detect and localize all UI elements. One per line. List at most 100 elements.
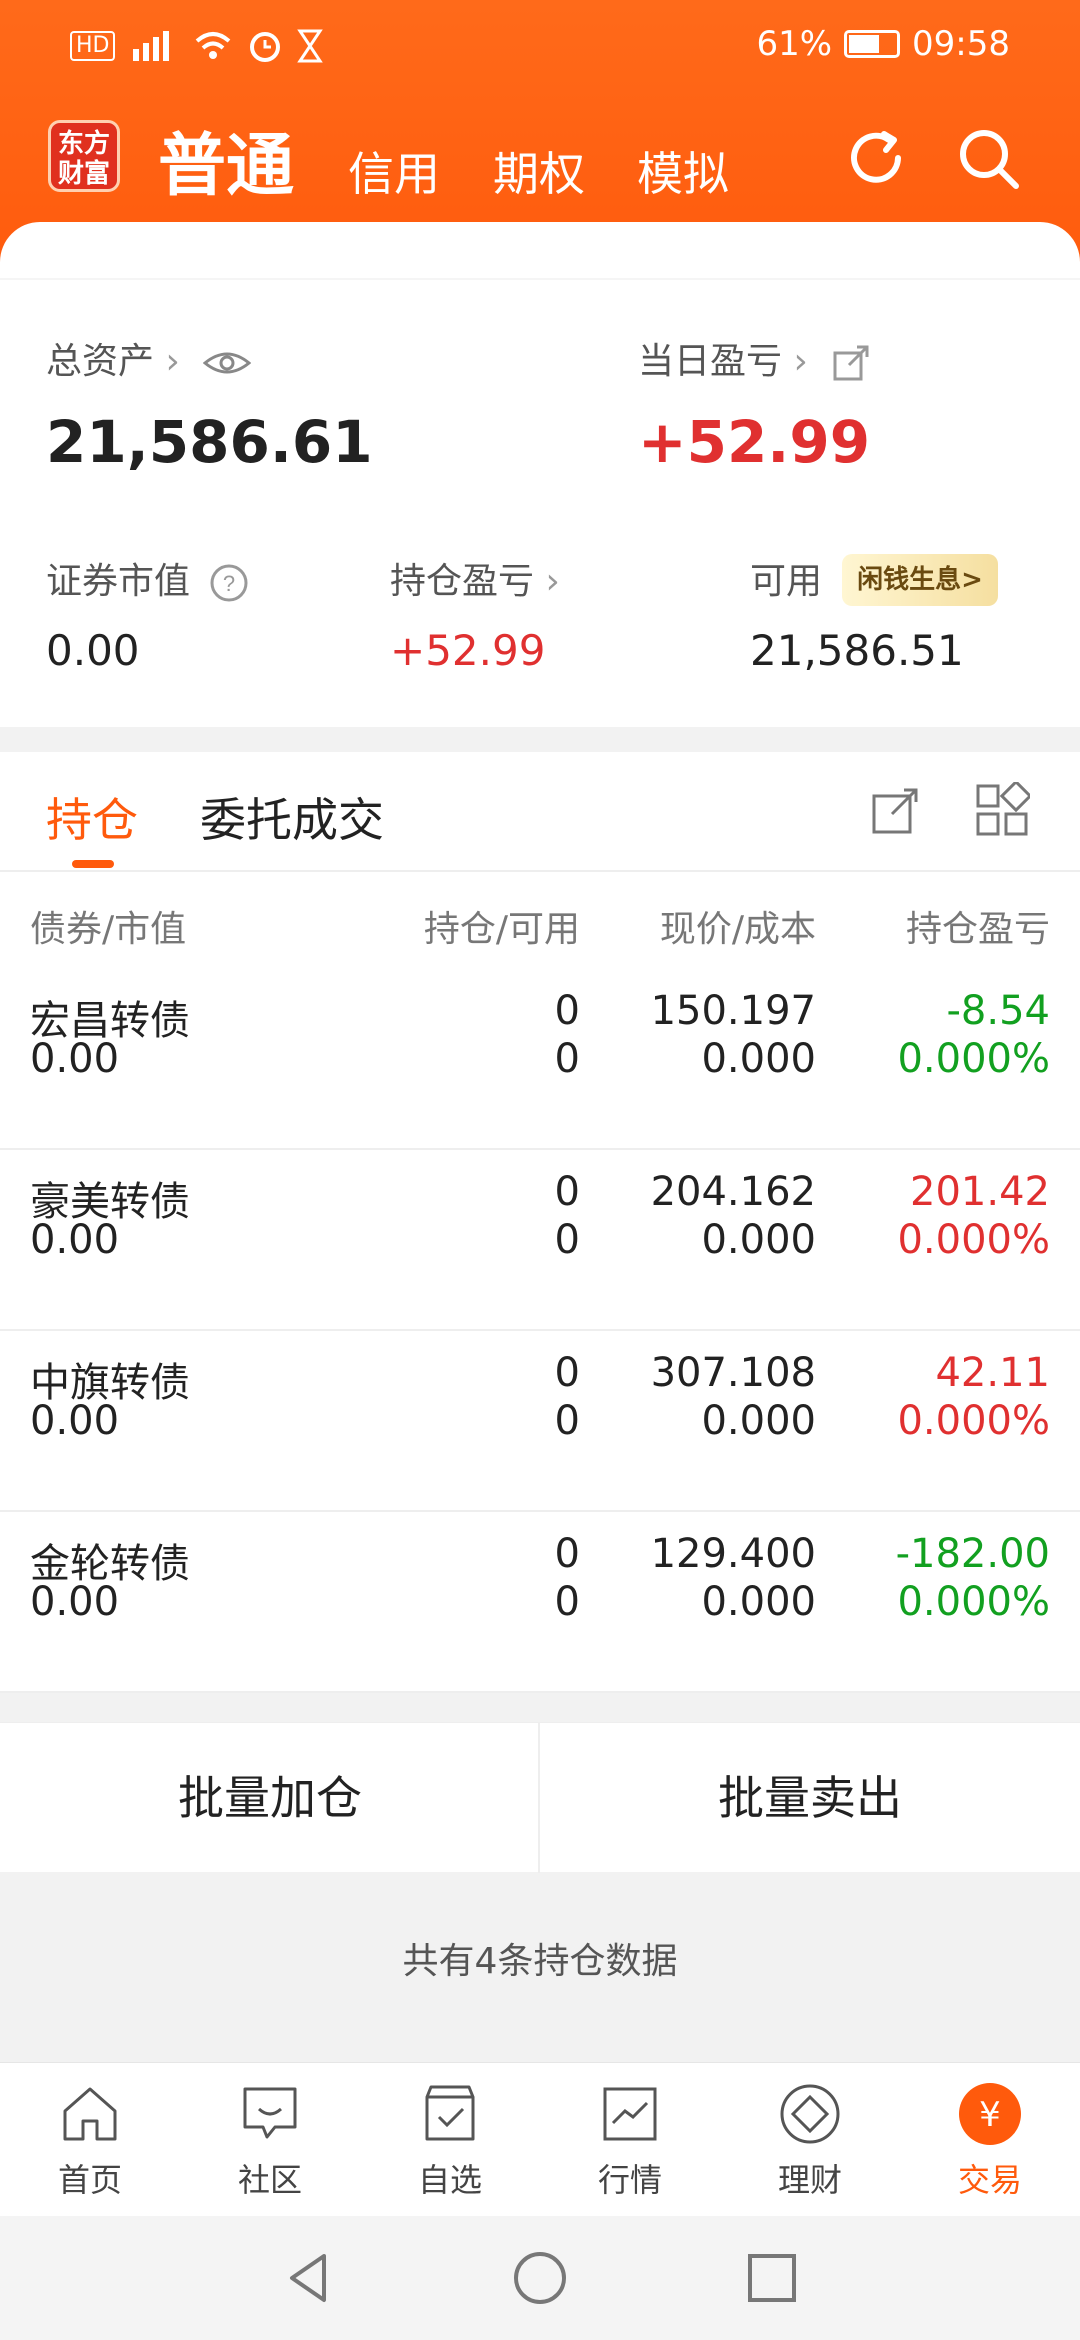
share-icon[interactable] bbox=[831, 343, 871, 383]
available-value: 21,586.51 bbox=[750, 626, 964, 675]
top-tabs: 东方 财富 普通 信用 期权 模拟 bbox=[0, 110, 1080, 210]
market-value: 0.00 bbox=[30, 1036, 120, 1082]
grid-view-icon[interactable] bbox=[974, 782, 1030, 838]
col-header-pnl: 持仓盈亏 bbox=[905, 909, 1050, 950]
watchlist-icon bbox=[425, 2085, 475, 2141]
available-qty: 0 bbox=[554, 1579, 580, 1625]
tab-orders[interactable]: 委托成交 bbox=[200, 784, 384, 850]
table-row[interactable]: 宏昌转债 0.00 0 0 150.197 0.000 -8.54 0.000% bbox=[0, 970, 1080, 1150]
tab-normal[interactable]: 普通 bbox=[158, 110, 294, 209]
market-value: 0.00 bbox=[30, 1398, 120, 1444]
app-logo: 东方 财富 bbox=[48, 120, 120, 192]
tab-options[interactable]: 期权 bbox=[493, 138, 585, 204]
hourglass-icon bbox=[297, 29, 324, 63]
total-assets-value: 21,586.61 bbox=[46, 408, 373, 476]
status-bar: HD 61% 09:58 bbox=[0, 0, 1080, 92]
svg-text:?: ? bbox=[223, 571, 235, 596]
market-value: 0.00 bbox=[30, 1217, 120, 1263]
position-pnl: 201.42 bbox=[910, 1169, 1050, 1215]
securities-value-value: 0.00 bbox=[46, 626, 140, 675]
chevron-right-icon: › bbox=[793, 341, 808, 382]
nav-watchlist[interactable]: 自选 bbox=[360, 2081, 540, 2211]
nav-market[interactable]: 行情 bbox=[540, 2081, 720, 2211]
market-value: 0.00 bbox=[30, 1579, 120, 1625]
card-top-line bbox=[0, 278, 1080, 280]
table-row[interactable]: 中旗转债 0.00 0 0 307.108 0.000 42.11 0.000% bbox=[0, 1332, 1080, 1512]
signal-icon bbox=[133, 31, 170, 61]
active-tab-indicator bbox=[72, 860, 114, 868]
finance-icon bbox=[780, 2084, 840, 2144]
position-pnl-pct: 0.000% bbox=[897, 1217, 1050, 1263]
daily-pnl-label[interactable]: 当日盈亏 › bbox=[638, 332, 871, 384]
available-qty: 0 bbox=[554, 1217, 580, 1263]
table-row[interactable]: 金轮转债 0.00 0 0 129.400 0.000 -182.00 0.000% bbox=[0, 1513, 1080, 1693]
help-icon[interactable]: ? bbox=[209, 563, 249, 603]
cost-price: 0.000 bbox=[701, 1398, 816, 1444]
chevron-right-icon: › bbox=[165, 341, 180, 382]
battery-icon bbox=[844, 30, 901, 58]
current-price: 150.197 bbox=[650, 988, 816, 1034]
trade-icon: ¥ bbox=[959, 2083, 1021, 2145]
tab-positions[interactable]: 持仓 bbox=[46, 784, 138, 850]
holdings-section: 持仓 委托成交 债券/市值 持仓/可用 现价/成本 持仓盈亏 宏昌转债 0.00 0… bbox=[0, 752, 1080, 1693]
status-left: HD bbox=[70, 28, 324, 64]
tab-simulation[interactable]: 模拟 bbox=[637, 138, 729, 204]
batch-actions: 批量加仓 批量卖出 bbox=[0, 1722, 1080, 1873]
cost-price: 0.000 bbox=[701, 1036, 816, 1082]
position-qty: 0 bbox=[554, 988, 580, 1034]
home-circle-icon[interactable] bbox=[510, 2248, 570, 2308]
nav-label-trade: 交易 bbox=[957, 2161, 1022, 2199]
nav-label-community: 社区 bbox=[237, 2161, 302, 2199]
chevron-right-icon: › bbox=[545, 561, 560, 602]
nav-label-finance: 理财 bbox=[777, 2161, 842, 2199]
export-icon[interactable] bbox=[868, 782, 924, 838]
position-pnl-text: 持仓盈亏 bbox=[390, 561, 535, 602]
battery-percent: 61% bbox=[756, 24, 833, 64]
daily-pnl-value: +52.99 bbox=[638, 408, 871, 476]
eye-icon[interactable] bbox=[202, 349, 252, 377]
hd-icon: HD bbox=[70, 31, 116, 61]
current-price: 307.108 bbox=[650, 1350, 816, 1396]
nav-trade[interactable]: ¥ 交易 bbox=[900, 2081, 1080, 2211]
svg-text:¥: ¥ bbox=[979, 2095, 1001, 2135]
nav-finance[interactable]: 理财 bbox=[720, 2081, 900, 2211]
nav-label-market: 行情 bbox=[597, 2161, 662, 2199]
position-pnl-pct: 0.000% bbox=[897, 1579, 1050, 1625]
available-qty: 0 bbox=[554, 1398, 580, 1444]
cost-price: 0.000 bbox=[701, 1579, 816, 1625]
position-qty: 0 bbox=[554, 1169, 580, 1215]
col-header-price: 现价/成本 bbox=[659, 909, 816, 950]
col-header-position: 持仓/可用 bbox=[423, 909, 580, 950]
community-icon bbox=[243, 2087, 297, 2139]
refresh-icon[interactable] bbox=[844, 126, 908, 190]
available-label: 可用 bbox=[750, 561, 823, 602]
table-row[interactable]: 豪美转债 0.00 0 0 204.162 0.000 201.42 0.000% bbox=[0, 1151, 1080, 1331]
batch-sell-button[interactable]: 批量卖出 bbox=[540, 1723, 1080, 1873]
available-qty: 0 bbox=[554, 1036, 580, 1082]
position-qty: 0 bbox=[554, 1350, 580, 1396]
holdings-tabs: 持仓 委托成交 bbox=[0, 752, 1080, 872]
position-pnl: -182.00 bbox=[895, 1531, 1050, 1577]
status-right: 61% 09:58 bbox=[756, 24, 1010, 64]
position-pnl-value: +52.99 bbox=[390, 626, 546, 675]
nav-community[interactable]: 社区 bbox=[180, 2081, 360, 2211]
batch-add-button[interactable]: 批量加仓 bbox=[0, 1723, 540, 1873]
holdings-count: 共有4条持仓数据 bbox=[402, 1941, 678, 1982]
idle-money-chip[interactable]: 闲钱生息> bbox=[842, 554, 998, 606]
asset-summary-card: 总资产 › 21,586.61 当日盈亏 › +52.99 证券市值 ? 0.0… bbox=[0, 222, 1080, 727]
tab-credit[interactable]: 信用 bbox=[348, 138, 440, 204]
current-price: 204.162 bbox=[650, 1169, 816, 1215]
position-pnl: 42.11 bbox=[935, 1350, 1050, 1396]
recents-icon[interactable] bbox=[744, 2250, 800, 2306]
total-assets-text: 总资产 bbox=[46, 341, 155, 382]
market-icon bbox=[603, 2087, 657, 2141]
nav-home[interactable]: 首页 bbox=[0, 2081, 180, 2211]
home-icon bbox=[63, 2087, 117, 2141]
search-icon[interactable] bbox=[956, 126, 1022, 192]
bottom-nav: 首页 社区 自选 行情 理财 ¥ 交易 bbox=[0, 2062, 1080, 2216]
wifi-icon bbox=[196, 32, 231, 59]
back-icon[interactable] bbox=[284, 2248, 334, 2308]
total-assets-label[interactable]: 总资产 › bbox=[46, 332, 252, 384]
system-nav-bar bbox=[0, 2216, 1080, 2340]
position-pnl-label[interactable]: 持仓盈亏 › bbox=[390, 552, 560, 604]
